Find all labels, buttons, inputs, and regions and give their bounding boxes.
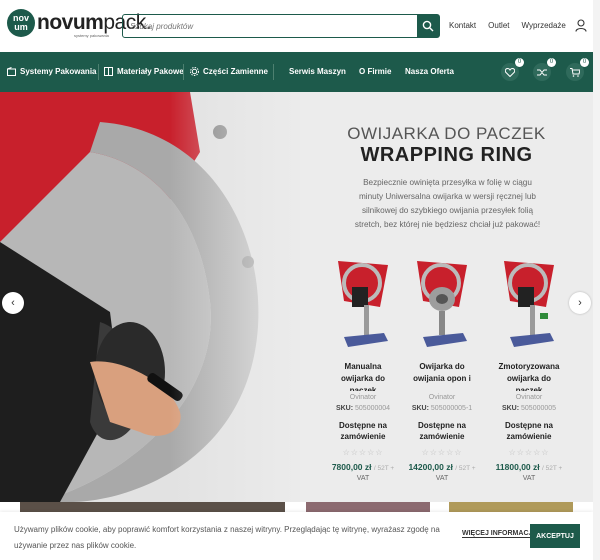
cookie-message: Używamy plików cookie, aby poprawić komf… xyxy=(14,525,440,550)
hero-slider: OWIJARKA DO PACZEK WRAPPING RING Bezpiec… xyxy=(0,92,593,502)
search-input[interactable] xyxy=(123,15,417,37)
cart-icon xyxy=(570,67,580,77)
search-bar xyxy=(122,14,440,38)
nav-systemy-pakowania[interactable]: Systemy Pakowania xyxy=(7,67,96,76)
product-price: 7800,00 zł / 52T + xyxy=(331,462,395,472)
wishlist-count: 0 xyxy=(515,58,524,67)
product-name[interactable]: Zmotoryzowana owijarka do paczek xyxy=(495,361,563,391)
page-scrollbar[interactable] xyxy=(593,0,600,560)
link-kontakt[interactable]: Kontakt xyxy=(449,21,476,30)
product-vat: VAT xyxy=(435,475,449,482)
product-card[interactable]: Manualna owijarka do paczek Ovinator SKU… xyxy=(329,257,397,482)
cart-button[interactable]: 0 xyxy=(566,58,589,81)
product-price: 14200,00 zł / 52T + xyxy=(408,462,476,472)
nav-divider xyxy=(273,64,274,80)
product-availability: Dostępne na zamówienie xyxy=(338,421,387,441)
wishlist-button[interactable]: 0 xyxy=(501,58,524,81)
slider-prev-button[interactable]: ‹ xyxy=(2,292,24,314)
nav-o-firmie[interactable]: O Firmie xyxy=(359,67,391,76)
product-rating: ☆☆☆☆☆ xyxy=(508,448,550,457)
cookie-banner: Używamy plików cookie, aby poprawić komf… xyxy=(0,512,593,560)
box-icon xyxy=(7,67,16,76)
product-sku: SKU: 505000004 xyxy=(335,405,391,412)
product-brand: Ovinator xyxy=(428,394,456,401)
hero-description: Bezpiecznie owinięta przesyłka w folię w… xyxy=(354,178,541,229)
nav-nasza-oferta[interactable]: Nasza Oferta xyxy=(405,67,454,76)
cookie-more-info-link[interactable]: WIĘCEJ INFORMACJI xyxy=(462,530,535,538)
product-rating: ☆☆☆☆☆ xyxy=(342,448,384,457)
product-brand: Ovinator xyxy=(515,394,543,401)
logo-tagline: systemy pakowania xyxy=(74,33,109,38)
product-card[interactable]: Owijarka do owijania opon i Ovinator SKU… xyxy=(408,257,476,482)
shuffle-icon xyxy=(537,69,547,75)
product-price: 11800,00 zł / 52T + xyxy=(495,462,563,472)
main-nav: Systemy Pakowania Materiały Pakowe Częśc… xyxy=(0,52,593,92)
heart-icon xyxy=(505,67,515,77)
product-card[interactable]: Zmotoryzowana owijarka do paczek Ovinato… xyxy=(495,257,563,482)
hero-title: OWIJARKA DO PACZEK xyxy=(347,124,546,143)
hero-subtitle: WRAPPING RING xyxy=(360,144,533,166)
user-icon xyxy=(575,19,587,32)
nav-czesci-zamienne[interactable]: Części Zamienne xyxy=(190,67,268,76)
product-name[interactable]: Manualna owijarka do paczek xyxy=(329,361,397,391)
nav-divider xyxy=(183,64,184,80)
product-rating: ☆☆☆☆☆ xyxy=(421,448,463,457)
top-bar: nov um novumpack. systemy pakowania Kont… xyxy=(0,0,600,52)
search-icon xyxy=(422,20,434,32)
product-image[interactable] xyxy=(330,257,396,353)
product-sku: SKU: 505000005-1 xyxy=(411,405,473,412)
product-vat: VAT xyxy=(356,475,370,482)
link-wyprzedaze[interactable]: Wyprzedaże xyxy=(521,21,565,30)
product-availability: Dostępne na zamówienie xyxy=(417,421,466,441)
product-image[interactable] xyxy=(496,257,562,353)
search-button[interactable] xyxy=(417,15,439,37)
gear-icon xyxy=(190,67,199,76)
slider-next-button[interactable]: › xyxy=(569,292,591,314)
product-brand: Ovinator xyxy=(349,394,377,401)
chevron-right-icon: › xyxy=(578,297,582,309)
chevron-left-icon: ‹ xyxy=(11,297,15,309)
logo-badge: nov um xyxy=(7,9,35,37)
hero-image-fade xyxy=(170,92,310,502)
account-button[interactable] xyxy=(575,19,587,37)
compare-count: 0 xyxy=(547,58,556,67)
cart-count: 0 xyxy=(580,58,589,67)
link-outlet[interactable]: Outlet xyxy=(488,21,509,30)
cookie-accept-button[interactable]: AKCEPTUJ xyxy=(530,524,580,548)
nav-materialy-pakowe[interactable]: Materiały Pakowe xyxy=(104,67,184,76)
top-links: Kontakt Outlet Wyprzedaże xyxy=(449,21,578,30)
product-name[interactable]: Owijarka do owijania opon i xyxy=(408,361,476,391)
nav-divider xyxy=(98,64,99,80)
product-sku: SKU: 505000005 xyxy=(501,405,557,412)
product-vat: VAT xyxy=(522,475,536,482)
package-icon xyxy=(104,67,113,76)
compare-button[interactable]: 0 xyxy=(533,58,556,81)
product-availability: Dostępne na zamówienie xyxy=(504,421,553,441)
nav-serwis-maszyn[interactable]: Serwis Maszyn xyxy=(289,67,346,76)
product-image[interactable] xyxy=(409,257,475,353)
